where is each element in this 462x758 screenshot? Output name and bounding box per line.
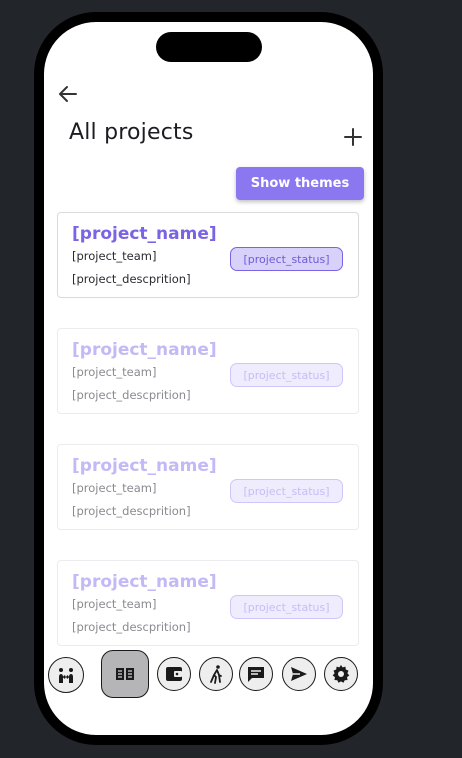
- project-status-badge: [project_status]: [230, 595, 343, 619]
- project-team: [project_team]: [72, 481, 157, 495]
- wallet-icon: [166, 667, 182, 681]
- settings-gear-icon: [332, 665, 350, 683]
- nav-settings-button[interactable]: [324, 657, 358, 691]
- project-card[interactable]: [project_name] [project_team] [project_d…: [57, 444, 359, 530]
- project-team: [project_team]: [72, 365, 157, 379]
- project-description: [project_descprition]: [72, 388, 191, 402]
- project-name: [project_name]: [72, 456, 217, 476]
- team-icon: [59, 668, 73, 683]
- add-project-plus-icon[interactable]: [342, 126, 364, 148]
- project-status-badge: [project_status]: [230, 247, 343, 271]
- activity-icon: [210, 665, 222, 684]
- nav-team-button[interactable]: [48, 657, 84, 693]
- nav-chat-button[interactable]: [239, 657, 273, 691]
- app-screen: All projects Show themes [project_name] …: [44, 22, 373, 735]
- project-description: [project_descprition]: [72, 620, 191, 634]
- project-team: [project_team]: [72, 249, 157, 263]
- project-status-badge: [project_status]: [230, 479, 343, 503]
- project-card[interactable]: [project_name] [project_team] [project_d…: [57, 328, 359, 414]
- project-name: [project_name]: [72, 224, 217, 244]
- project-description: [project_descprition]: [72, 504, 191, 518]
- nav-projects-button[interactable]: [101, 650, 149, 698]
- nav-send-button[interactable]: [282, 657, 316, 691]
- project-name: [project_name]: [72, 340, 217, 360]
- back-arrow-icon[interactable]: [56, 82, 80, 106]
- dynamic-island: [156, 32, 262, 62]
- project-card[interactable]: [project_name] [project_team] [project_d…: [57, 560, 359, 646]
- project-status-badge: [project_status]: [230, 363, 343, 387]
- show-themes-button[interactable]: Show themes: [236, 167, 364, 200]
- project-card[interactable]: [project_name] [project_team] [project_d…: [57, 212, 359, 298]
- phone-frame: All projects Show themes [project_name] …: [34, 12, 383, 745]
- page-title: All projects: [69, 120, 194, 145]
- project-team: [project_team]: [72, 597, 157, 611]
- chat-icon: [248, 667, 264, 682]
- project-description: [project_descprition]: [72, 272, 191, 286]
- send-icon: [291, 667, 307, 681]
- bottom-nav-bar: [47, 649, 367, 699]
- nav-wallet-button[interactable]: [157, 657, 191, 691]
- project-name: [project_name]: [72, 572, 217, 592]
- nav-activity-button[interactable]: [199, 657, 233, 691]
- projects-book-icon: [116, 668, 134, 680]
